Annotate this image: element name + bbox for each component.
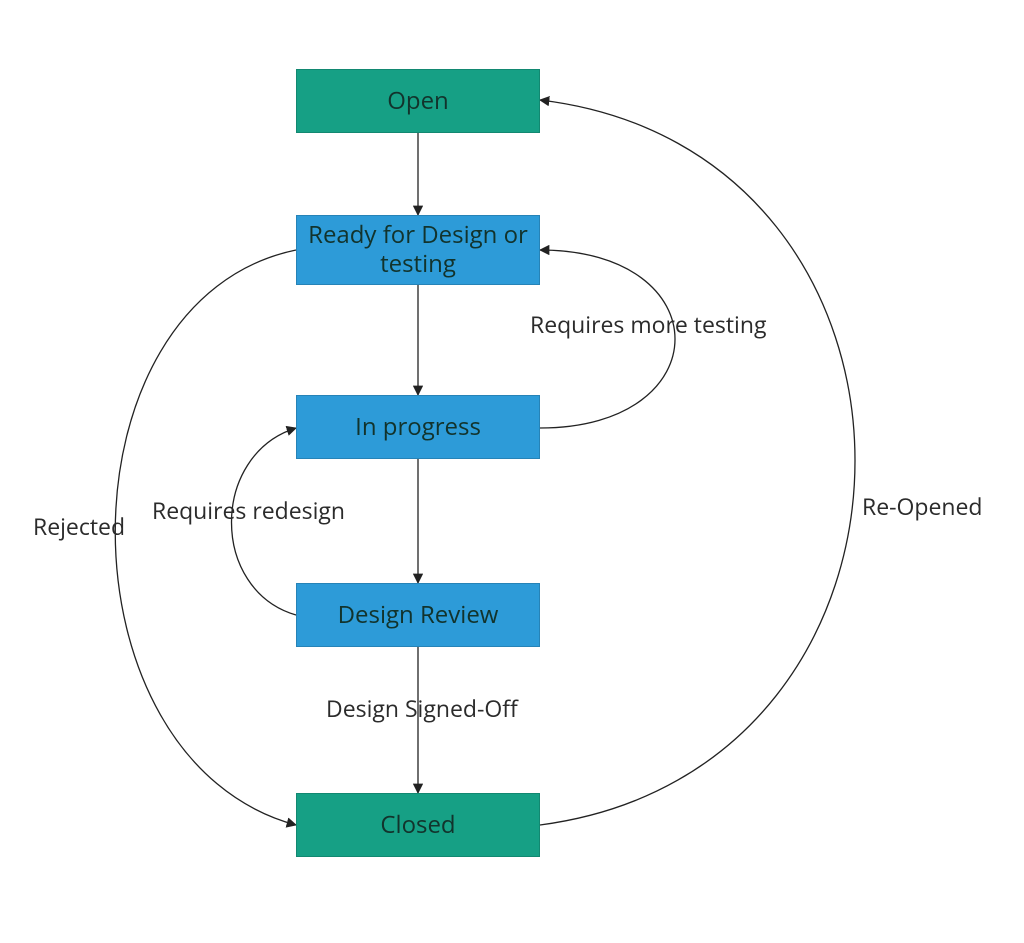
- node-in-progress-label: In progress: [355, 413, 481, 442]
- label-design-signed-off: Design Signed-Off: [326, 692, 518, 724]
- label-requires-more-testing: Requires more testing: [530, 308, 766, 340]
- node-design-review-label: Design Review: [338, 601, 499, 630]
- edge-closed-to-open: [540, 100, 855, 825]
- node-open: Open: [296, 69, 540, 133]
- workflow-diagram: Open Ready for Design or testing In prog…: [0, 0, 1024, 943]
- node-in-progress: In progress: [296, 395, 540, 459]
- edge-ready-to-closed: [115, 250, 296, 825]
- node-open-label: Open: [387, 87, 449, 116]
- node-closed-label: Closed: [380, 811, 455, 840]
- label-reopened: Re-Opened: [862, 490, 982, 522]
- node-ready-label: Ready for Design or testing: [305, 221, 531, 279]
- label-rejected: Rejected: [33, 510, 125, 542]
- label-requires-redesign: Requires redesign: [152, 494, 345, 526]
- node-closed: Closed: [296, 793, 540, 857]
- node-ready: Ready for Design or testing: [296, 215, 540, 285]
- node-design-review: Design Review: [296, 583, 540, 647]
